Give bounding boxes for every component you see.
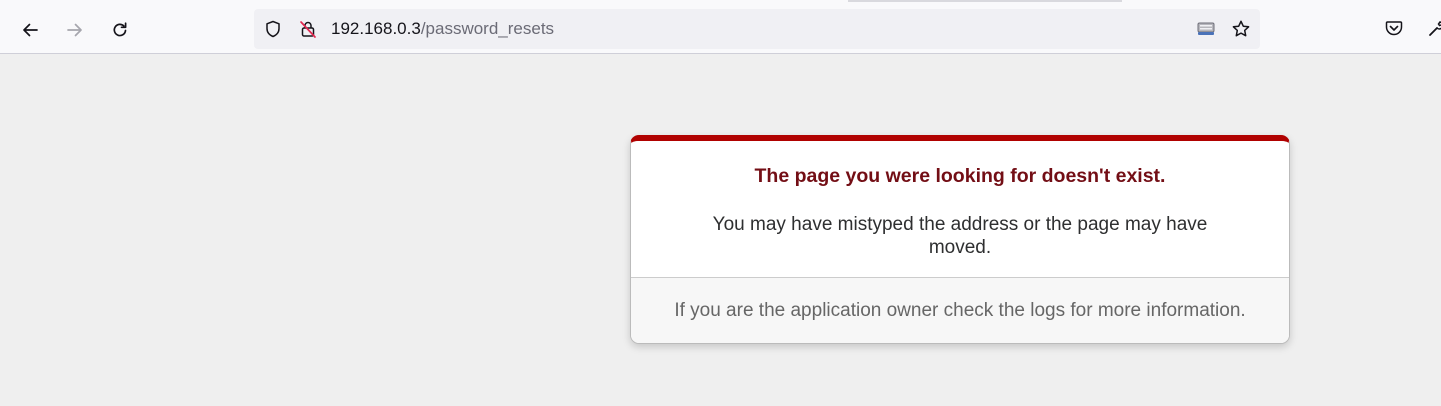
url-text[interactable]: 192.168.0.3/password_resets (331, 19, 554, 39)
pocket-icon[interactable] (1383, 17, 1405, 39)
error-title: The page you were looking for doesn't ex… (754, 165, 1166, 187)
browser-toolbar: 192.168.0.3/password_resets (0, 0, 1441, 54)
error-footer-text: If you are the application owner check t… (674, 300, 1246, 321)
reload-button[interactable] (103, 13, 137, 47)
arrow-right-icon (67, 23, 82, 37)
tab-indicator (848, 0, 1122, 2)
forward-button[interactable] (58, 13, 92, 47)
shield-icon[interactable] (263, 19, 283, 39)
wrench-icon[interactable] (1426, 17, 1441, 39)
browser-window: { "browser": { "url_host": "192.168.0.3"… (0, 0, 1441, 406)
reload-icon (113, 22, 127, 37)
insecure-lock-icon[interactable] (298, 19, 318, 39)
star-icon[interactable] (1231, 19, 1251, 39)
arrow-left-icon (23, 23, 38, 37)
error-message-section: The page you were looking for doesn't ex… (631, 141, 1289, 278)
back-button[interactable] (13, 13, 47, 47)
url-path: /password_resets (420, 19, 555, 38)
error-card: The page you were looking for doesn't ex… (630, 135, 1290, 344)
url-host: 192.168.0.3 (331, 19, 421, 38)
address-bar[interactable]: 192.168.0.3/password_resets (254, 9, 1260, 49)
error-message: You may have mistyped the address or the… (712, 214, 1208, 258)
error-footer-section: If you are the application owner check t… (631, 278, 1289, 343)
page-icon[interactable] (1196, 19, 1216, 39)
